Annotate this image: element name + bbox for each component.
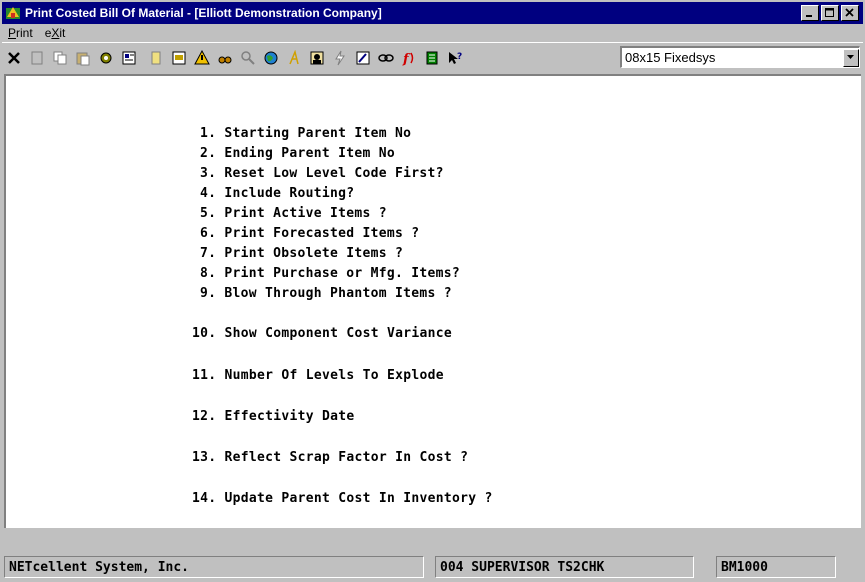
field-label-2[interactable]: 2. Ending Parent Item No bbox=[200, 146, 395, 161]
tb-link-button[interactable] bbox=[375, 47, 397, 69]
print-setup-icon bbox=[172, 51, 186, 65]
title-bar[interactable]: Print Costed Bill Of Material - [Elliott… bbox=[2, 2, 863, 24]
field-label-3[interactable]: 3. Reset Low Level Code First? bbox=[200, 166, 444, 181]
menu-bar: Print eXit bbox=[2, 24, 863, 42]
field-label-10[interactable]: 10. Show Component Cost Variance bbox=[192, 326, 452, 341]
tb-copy-button[interactable] bbox=[49, 47, 71, 69]
status-company: NETcellent System, Inc. bbox=[4, 556, 424, 578]
italic-a-icon bbox=[289, 50, 299, 65]
tb-search-button[interactable] bbox=[237, 47, 259, 69]
menu-print-label: rint bbox=[16, 26, 33, 40]
tb-print-setup-button[interactable] bbox=[168, 47, 190, 69]
link-icon bbox=[378, 54, 394, 62]
blank-icon bbox=[31, 51, 43, 65]
tb-edit-button[interactable] bbox=[352, 47, 374, 69]
gear-icon bbox=[100, 52, 112, 64]
search-icon bbox=[241, 51, 255, 65]
field-label-1[interactable]: 1. Starting Parent Item No bbox=[200, 126, 411, 141]
font-select-value: 08x15 Fixedsys bbox=[625, 50, 716, 65]
field-label-7[interactable]: 7. Print Obsolete Items ? bbox=[200, 246, 403, 261]
font-select[interactable]: 08x15 Fixedsys bbox=[620, 46, 860, 68]
paste-icon bbox=[76, 52, 90, 66]
field-label-8[interactable]: 8. Print Purchase or Mfg. Items? bbox=[200, 266, 460, 281]
field-label-4[interactable]: 4. Include Routing? bbox=[200, 186, 354, 201]
copy-icon bbox=[53, 51, 67, 65]
tb-list-button[interactable] bbox=[421, 47, 443, 69]
app-window: Print Costed Bill Of Material - [Elliott… bbox=[0, 0, 865, 582]
status-program: BM1000 bbox=[716, 556, 836, 578]
tb-find-button[interactable] bbox=[214, 47, 236, 69]
globe-icon bbox=[264, 51, 278, 65]
tb-settings-button[interactable] bbox=[95, 47, 117, 69]
svg-text:?: ? bbox=[457, 52, 462, 62]
window-title: Print Costed Bill Of Material - [Elliott… bbox=[25, 6, 382, 20]
tb-close-button[interactable] bbox=[3, 47, 25, 69]
field-label-14[interactable]: 14. Update Parent Cost In Inventory ? bbox=[192, 491, 493, 506]
lightning-icon bbox=[335, 50, 345, 66]
status-user: 004 SUPERVISOR TS2CHK bbox=[435, 556, 694, 578]
tb-lightning-button[interactable] bbox=[329, 47, 351, 69]
menu-exit-label: it bbox=[59, 26, 66, 40]
function-icon: f bbox=[402, 52, 414, 66]
message-bar bbox=[4, 528, 861, 548]
tb-function-button[interactable]: f bbox=[398, 47, 420, 69]
person-icon bbox=[310, 51, 324, 65]
tb-note-button[interactable] bbox=[145, 47, 167, 69]
field-label-12[interactable]: 12. Effectivity Date bbox=[192, 409, 355, 424]
field-label-6[interactable]: 6. Print Forecasted Items ? bbox=[200, 226, 419, 241]
minimize-button[interactable] bbox=[801, 5, 819, 21]
properties-icon bbox=[122, 51, 136, 65]
svg-text:f: f bbox=[402, 52, 411, 66]
field-label-11[interactable]: 11. Number Of Levels To Explode bbox=[192, 368, 444, 383]
menu-exit[interactable]: eXit bbox=[39, 26, 72, 40]
tb-person-button[interactable] bbox=[306, 47, 328, 69]
tb-blank-button[interactable] bbox=[26, 47, 48, 69]
chevron-down-icon bbox=[847, 54, 854, 59]
field-label-9[interactable]: 9. Blow Through Phantom Items ? bbox=[200, 286, 452, 301]
edit-icon bbox=[356, 51, 370, 65]
font-select-arrow[interactable] bbox=[843, 48, 859, 67]
field-label-5[interactable]: 5. Print Active Items ? bbox=[200, 206, 387, 221]
tb-italic-button[interactable] bbox=[283, 47, 305, 69]
status-bar: NETcellent System, Inc. 004 SUPERVISOR T… bbox=[4, 556, 861, 578]
tb-paste-button[interactable] bbox=[72, 47, 94, 69]
toolbar: f ? 08x15 Fixedsys bbox=[2, 42, 863, 73]
maximize-button[interactable] bbox=[821, 5, 839, 21]
note-icon bbox=[151, 51, 161, 65]
binoculars-icon bbox=[218, 56, 232, 64]
form-area: 1. Starting Parent Item No 2. Ending Par… bbox=[4, 74, 861, 528]
tb-properties-button[interactable] bbox=[118, 47, 140, 69]
field-label-13[interactable]: 13. Reflect Scrap Factor In Cost ? bbox=[192, 450, 468, 465]
close-icon bbox=[845, 8, 854, 17]
warning-icon bbox=[194, 50, 210, 65]
maximize-icon bbox=[825, 8, 834, 17]
close-x-icon bbox=[8, 52, 20, 64]
tb-globe-button[interactable] bbox=[260, 47, 282, 69]
list-icon bbox=[426, 51, 438, 65]
elliott-app-icon[interactable] bbox=[5, 5, 21, 21]
close-button[interactable] bbox=[841, 5, 859, 21]
tb-warning-button[interactable] bbox=[191, 47, 213, 69]
tb-help-button[interactable]: ? bbox=[444, 47, 466, 69]
menu-print-mnemonic: P bbox=[8, 26, 17, 40]
menu-print[interactable]: Print bbox=[2, 26, 39, 40]
help-pointer-icon: ? bbox=[449, 52, 462, 64]
minimize-icon bbox=[806, 15, 812, 17]
